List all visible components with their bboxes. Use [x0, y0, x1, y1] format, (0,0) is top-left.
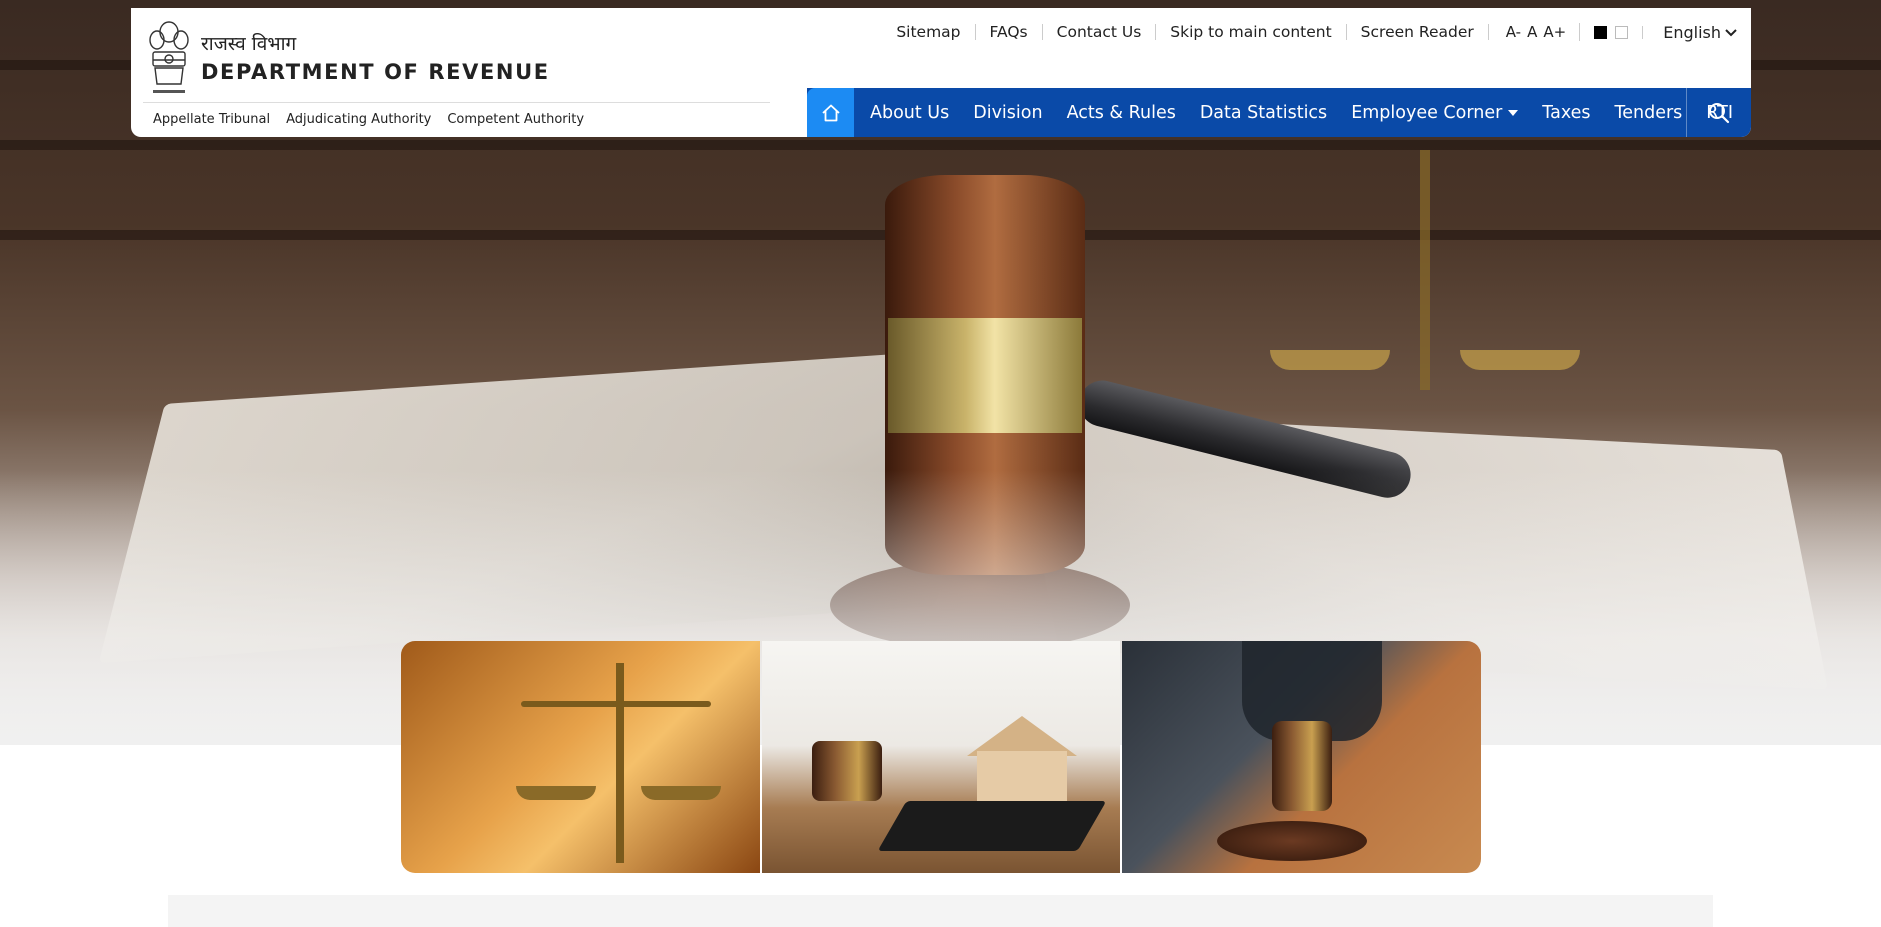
feature-cards [401, 641, 1481, 873]
nav-data-statistics[interactable]: Data Statistics [1188, 103, 1339, 123]
department-name-english: DEPARTMENT OF REVENUE [201, 60, 550, 84]
language-selector[interactable]: English [1643, 23, 1737, 42]
utility-bar: Sitemap FAQs Contact Us Skip to main con… [896, 16, 1737, 48]
light-contrast-button[interactable] [1615, 25, 1629, 39]
nav-division[interactable]: Division [961, 103, 1054, 123]
nav-acts-rules[interactable]: Acts & Rules [1055, 103, 1188, 123]
feature-card-property[interactable] [761, 641, 1121, 873]
nav-employee-corner[interactable]: Employee Corner [1339, 103, 1530, 123]
main-navigation: About Us Division Acts & Rules Data Stat… [807, 88, 1751, 137]
feature-card-gavel[interactable] [1122, 641, 1481, 873]
national-emblem-icon[interactable] [147, 18, 191, 100]
font-decrease-button[interactable]: A- [1503, 23, 1524, 41]
department-name-hindi: राजस्व विभाग [201, 33, 297, 55]
dark-contrast-button[interactable] [1594, 25, 1608, 39]
home-icon [821, 104, 840, 121]
adjudicating-authority-link[interactable]: Adjudicating Authority [286, 112, 431, 127]
search-button[interactable] [1686, 88, 1751, 137]
bookshelf-line [0, 140, 1881, 150]
contact-us-link[interactable]: Contact Us [1043, 24, 1157, 40]
competent-authority-link[interactable]: Competent Authority [447, 112, 584, 127]
nav-about-us[interactable]: About Us [858, 103, 961, 123]
font-normal-button[interactable]: A [1524, 23, 1540, 41]
gavel-band [888, 318, 1082, 433]
home-button[interactable] [807, 88, 854, 137]
appellate-tribunal-link[interactable]: Appellate Tribunal [153, 112, 270, 127]
font-increase-button[interactable]: A+ [1540, 23, 1569, 41]
skip-to-main-content-link[interactable]: Skip to main content [1156, 24, 1347, 40]
nav-taxes[interactable]: Taxes [1530, 103, 1602, 123]
caret-down-icon [1508, 109, 1519, 116]
search-icon [1709, 102, 1730, 123]
faqs-link[interactable]: FAQs [976, 24, 1043, 40]
scales-of-justice [1270, 150, 1580, 390]
language-label: English [1663, 22, 1721, 42]
nav-items: About Us Division Acts & Rules Data Stat… [854, 88, 1745, 137]
chevron-down-icon [1725, 29, 1737, 37]
screen-reader-link[interactable]: Screen Reader [1347, 24, 1489, 40]
content-section-top [168, 895, 1713, 927]
header-divider [143, 102, 770, 103]
sub-links: Appellate Tribunal Adjudicating Authorit… [153, 112, 584, 127]
nav-employee-corner-label: Employee Corner [1351, 102, 1503, 123]
font-size-controls: A- A A+ [1489, 23, 1581, 41]
contrast-controls [1580, 25, 1644, 39]
sitemap-link[interactable]: Sitemap [896, 24, 976, 40]
nav-tenders[interactable]: Tenders [1603, 103, 1695, 123]
feature-card-scales[interactable] [401, 641, 760, 873]
